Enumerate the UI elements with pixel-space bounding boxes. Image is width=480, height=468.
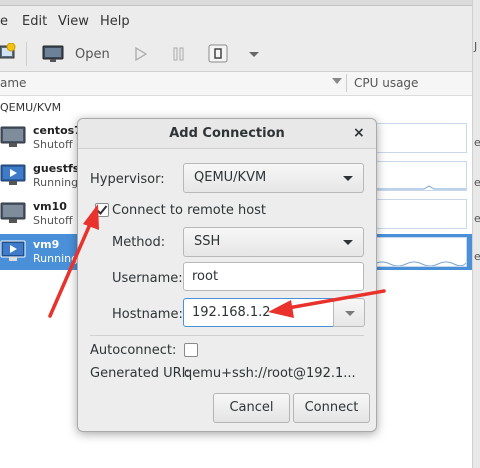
- chevron-down-icon: [343, 176, 353, 181]
- menu-edit[interactable]: Edit: [22, 14, 47, 29]
- column-chevron-down-icon[interactable]: [332, 78, 342, 84]
- method-label: Method:: [112, 235, 166, 250]
- remote-host-label[interactable]: Connect to remote host: [112, 203, 266, 218]
- vm-name: vm10: [33, 200, 67, 213]
- hostname-dropdown-button[interactable]: [333, 298, 365, 327]
- chevron-down-icon: [343, 240, 353, 245]
- chevron-down-icon: [345, 311, 355, 316]
- power-icon[interactable]: [208, 44, 230, 64]
- truncated-text: e: [474, 176, 480, 189]
- play-icon[interactable]: [134, 47, 148, 61]
- new-vm-icon[interactable]: [0, 43, 16, 63]
- vm-name: vm9: [33, 238, 60, 251]
- menubar: e Edit View Help: [0, 6, 480, 36]
- truncated-text: e: [474, 212, 480, 225]
- connect-button[interactable]: Connect: [293, 393, 370, 423]
- dialog-title: Add Connection: [169, 126, 285, 141]
- cancel-button[interactable]: Cancel: [213, 393, 290, 423]
- vm-list-header: ame CPU usage: [0, 72, 480, 96]
- username-field[interactable]: [183, 262, 364, 291]
- generated-uri-value: qemu+ssh://root@192.1...: [184, 366, 356, 381]
- close-icon[interactable]: ×: [353, 125, 365, 141]
- monitor-icon[interactable]: [42, 45, 66, 63]
- vm-state: Running: [33, 176, 79, 189]
- username-label: Username:: [112, 271, 183, 286]
- column-separator: [346, 74, 347, 92]
- menu-file[interactable]: e: [0, 14, 8, 29]
- truncated-text: e: [474, 136, 480, 149]
- vm-shutoff-icon: [0, 126, 26, 147]
- cpu-usage-line: [374, 185, 466, 190]
- vm-shutoff-icon: [0, 202, 26, 223]
- vm-state: Shutoff: [33, 214, 73, 227]
- hostname-field[interactable]: [183, 298, 334, 327]
- method-value: SSH: [194, 234, 221, 249]
- cpu-usage-line: [373, 261, 467, 267]
- pause-icon[interactable]: [172, 47, 186, 61]
- hypervisor-select[interactable]: QEMU/KVM: [183, 163, 364, 193]
- cpu-usage-graph: [373, 161, 467, 191]
- cpu-usage-graph: [373, 237, 467, 267]
- hypervisor-label: Hypervisor:: [90, 172, 165, 187]
- menu-view[interactable]: View: [58, 14, 89, 29]
- cpu-column-header[interactable]: CPU usage: [354, 76, 418, 90]
- remote-host-checkbox[interactable]: [95, 203, 109, 217]
- dialog-divider: [90, 335, 364, 336]
- truncated-text: e: [474, 250, 480, 263]
- name-column-header[interactable]: ame: [0, 76, 26, 90]
- toolbar: Open: [0, 36, 480, 72]
- vm-state: Running: [33, 252, 79, 265]
- toolbar-separator: [26, 42, 27, 66]
- autoconnect-label: Autoconnect:: [90, 343, 177, 358]
- connection-group-label[interactable]: QEMU/KVM: [0, 101, 61, 114]
- method-select[interactable]: SSH: [183, 227, 364, 257]
- window-right-edge: [472, 0, 480, 468]
- open-button[interactable]: Open: [75, 47, 110, 62]
- autoconnect-checkbox[interactable]: [184, 343, 198, 357]
- truncated-text: J: [474, 40, 478, 53]
- cpu-usage-graph: [373, 199, 467, 229]
- cpu-usage-graph: [373, 123, 467, 153]
- menu-help[interactable]: Help: [100, 14, 130, 29]
- vm-state: Shutoff: [33, 138, 73, 151]
- hypervisor-value: QEMU/KVM: [194, 170, 267, 185]
- checkmark-icon: [96, 205, 108, 215]
- vm-running-icon: [0, 164, 26, 185]
- power-menu-chevron-icon[interactable]: [249, 52, 259, 57]
- dialog-titlebar: Add Connection ×: [78, 119, 376, 149]
- vm-running-icon: [0, 240, 26, 261]
- hostname-label: Hostname:: [112, 307, 183, 322]
- add-connection-dialog: Add Connection × Hypervisor: QEMU/KVM Co…: [77, 118, 377, 432]
- generated-uri-label: Generated URI:: [90, 366, 190, 381]
